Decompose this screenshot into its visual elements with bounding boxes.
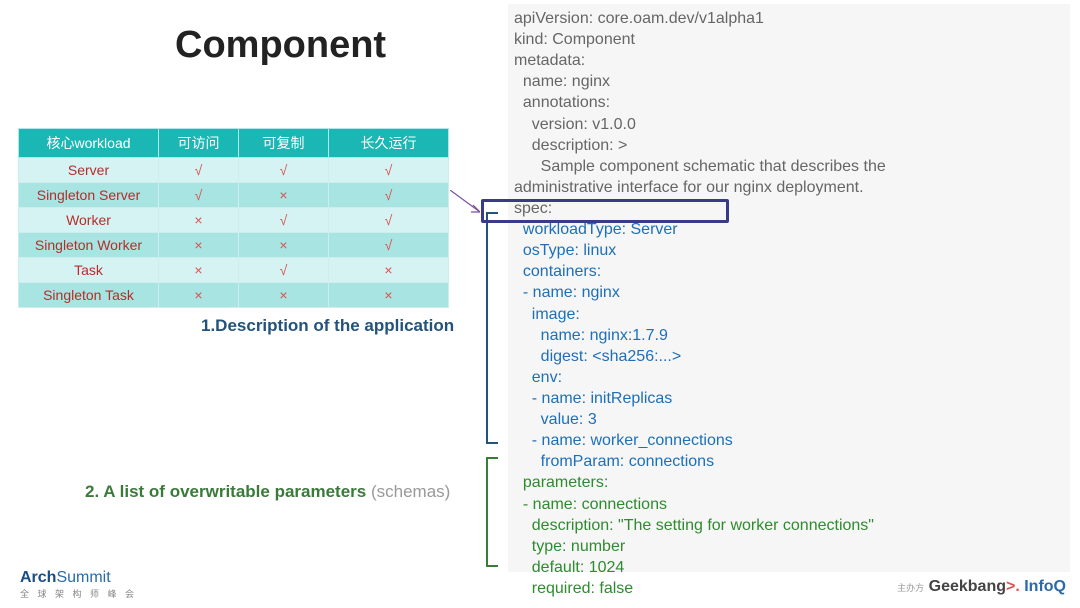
cell-v: √ — [239, 208, 329, 233]
cell-v: √ — [329, 183, 449, 208]
label-description: 1.Description of the application — [201, 316, 454, 336]
table-row: Worker × √ √ — [19, 208, 449, 233]
label-parameters: 2. A list of overwritable parameters (sc… — [85, 482, 450, 502]
cell-name: Singleton Server — [19, 183, 159, 208]
gt-icon: >. — [1006, 578, 1020, 595]
cell-name: Task — [19, 258, 159, 283]
cell-v: × — [329, 258, 449, 283]
th-copy: 可复制 — [239, 129, 329, 158]
cell-v: × — [329, 283, 449, 308]
cell-v: × — [159, 208, 239, 233]
cell-v: × — [239, 233, 329, 258]
logo-sub: 全 球 架 构 师 峰 会 — [20, 587, 137, 600]
cell-v: √ — [159, 158, 239, 183]
code-highlight-line: workloadType: Server — [514, 221, 678, 238]
cell-name: Worker — [19, 208, 159, 233]
code-blue: osType: linux containers: - name: nginx … — [514, 242, 733, 470]
cell-name: Server — [19, 158, 159, 183]
th-access: 可访问 — [159, 129, 239, 158]
code-top: apiVersion: core.oam.dev/v1alpha1 kind: … — [514, 10, 886, 217]
table-row: Server √ √ √ — [19, 158, 449, 183]
footer-left: ArchSummit 全 球 架 构 师 峰 会 — [20, 569, 137, 600]
cell-name: Singleton Worker — [19, 233, 159, 258]
table-row: Task × √ × — [19, 258, 449, 283]
th-workload: 核心workload — [19, 129, 159, 158]
footer-small: 主办方 — [897, 583, 924, 593]
cell-v: √ — [329, 158, 449, 183]
logo-summit: Summit — [56, 569, 110, 586]
yaml-code: apiVersion: core.oam.dev/v1alpha1 kind: … — [508, 4, 1070, 572]
cell-name: Singleton Task — [19, 283, 159, 308]
cell-v: √ — [329, 233, 449, 258]
cell-v: × — [159, 233, 239, 258]
logo-geekbang: Geekbang — [929, 578, 1006, 595]
cell-v: × — [159, 258, 239, 283]
cell-v: × — [239, 283, 329, 308]
cell-v: √ — [159, 183, 239, 208]
table-row: Singleton Task × × × — [19, 283, 449, 308]
workload-table: 核心workload 可访问 可复制 长久运行 Server √ √ √ Sin… — [18, 128, 449, 308]
footer-right: 主办方 Geekbang>. InfoQ — [897, 578, 1066, 596]
label-parameters-paren: (schemas) — [371, 482, 450, 501]
logo-infoq: InfoQ — [1024, 578, 1066, 595]
cell-v: √ — [239, 258, 329, 283]
page-title: Component — [175, 24, 386, 67]
highlight-box-icon — [481, 199, 729, 223]
table-row: Singleton Worker × × √ — [19, 233, 449, 258]
cell-v: √ — [239, 158, 329, 183]
cell-v: × — [159, 283, 239, 308]
table-row: Singleton Server √ × √ — [19, 183, 449, 208]
arrow-icon — [450, 190, 480, 220]
th-longrun: 长久运行 — [329, 129, 449, 158]
cell-v: √ — [329, 208, 449, 233]
label-parameters-bold: 2. A list of overwritable parameters — [85, 482, 371, 501]
logo-arch: Arch — [20, 569, 56, 586]
bracket-blue-icon — [486, 212, 498, 444]
code-green: parameters: - name: connections descript… — [514, 474, 874, 597]
cell-v: × — [239, 183, 329, 208]
bracket-green-icon — [486, 457, 498, 567]
